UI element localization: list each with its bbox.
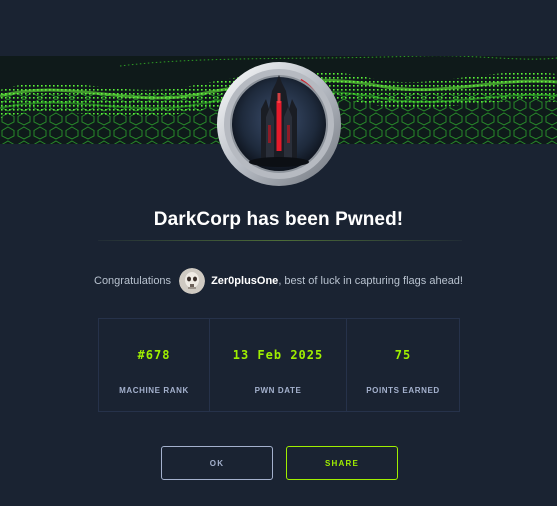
stat-points-earned: 75 POINTS EARNED — [347, 319, 459, 411]
pwn-date-value: 13 Feb 2025 — [232, 348, 324, 362]
points-earned-value: 75 — [394, 348, 412, 362]
pwn-date-label: PWN DATE — [254, 386, 302, 395]
share-button[interactable]: SHARE — [286, 446, 398, 480]
machine-rank-label: MACHINE RANK — [119, 386, 189, 395]
stat-machine-rank: #678 MACHINE RANK — [99, 319, 210, 411]
machine-logo-icon — [217, 62, 341, 186]
congrats-message: Congratulations Zer0plusOne , best of lu… — [0, 268, 557, 294]
pwned-modal: DarkCorp has been Pwned! Congratulations… — [0, 0, 557, 506]
stat-pwn-date: 13 Feb 2025 PWN DATE — [210, 319, 347, 411]
username-link[interactable]: Zer0plusOne — [211, 275, 278, 287]
skull-icon — [179, 268, 206, 294]
ok-button[interactable]: OK — [161, 446, 273, 480]
stats-table: #678 MACHINE RANK 13 Feb 2025 PWN DATE 7… — [98, 318, 460, 412]
congrats-prefix: Congratulations — [94, 275, 172, 287]
congrats-suffix: , best of luck in capturing flags ahead! — [278, 275, 463, 287]
machine-rank-value: #678 — [137, 348, 171, 362]
user-avatar[interactable] — [179, 268, 206, 294]
pwned-title: DarkCorp has been Pwned! — [153, 209, 404, 230]
points-earned-label: POINTS EARNED — [366, 386, 440, 395]
title-divider — [98, 240, 462, 241]
